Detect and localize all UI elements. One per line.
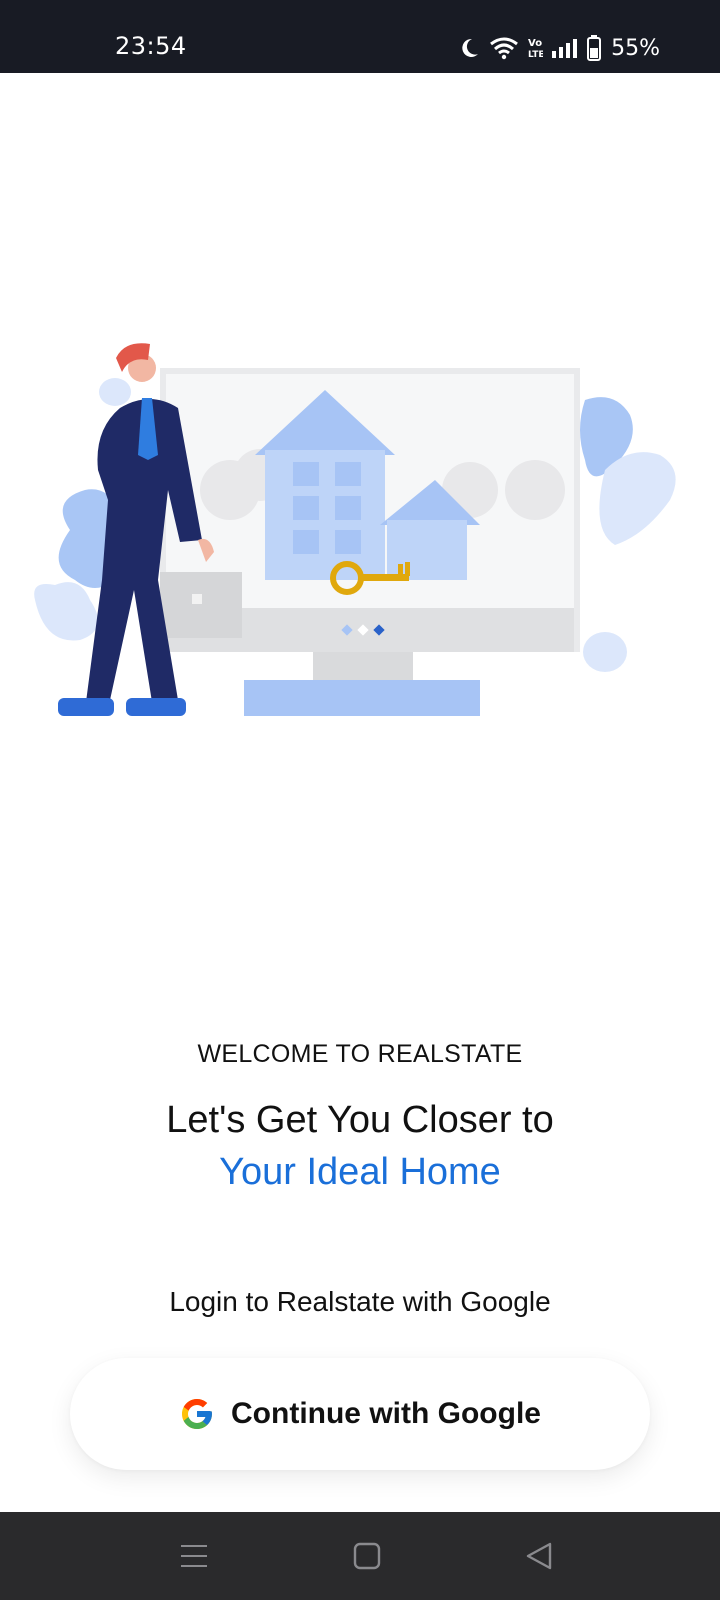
svg-text:LTE: LTE — [528, 50, 543, 60]
headline-line1: Let's Get You Closer to — [166, 1099, 554, 1141]
svg-text:Vo: Vo — [528, 38, 542, 49]
back-icon[interactable] — [522, 1540, 556, 1572]
moon-icon — [462, 38, 479, 57]
volte-icon: Vo LTE — [528, 38, 543, 60]
status-icons: Vo LTE 55% — [457, 30, 660, 66]
signal-icon — [552, 39, 578, 58]
welcome-caption: WELCOME TO REALSTATE — [197, 1040, 523, 1068]
google-button-label: Continue with Google — [231, 1397, 541, 1430]
headline-line2: Your Ideal Home — [219, 1151, 501, 1193]
home-icon[interactable] — [350, 1540, 384, 1572]
battery-icon — [587, 35, 602, 61]
battery-percent: 55% — [611, 35, 660, 61]
page-title: Let's Get You Closer to Your Ideal Home — [0, 1094, 720, 1198]
login-prompt: Login to Realstate with Google — [169, 1286, 551, 1317]
realestate-illustration — [30, 330, 690, 730]
google-icon — [182, 1399, 213, 1429]
status-bar: 23:54 Vo LTE 55% — [0, 0, 720, 73]
menu-icon[interactable] — [178, 1540, 212, 1572]
wifi-icon — [490, 37, 519, 60]
continue-with-google-button[interactable]: Continue with Google — [70, 1358, 650, 1470]
system-nav-bar — [0, 1512, 720, 1600]
status-time: 23:54 — [115, 32, 187, 60]
